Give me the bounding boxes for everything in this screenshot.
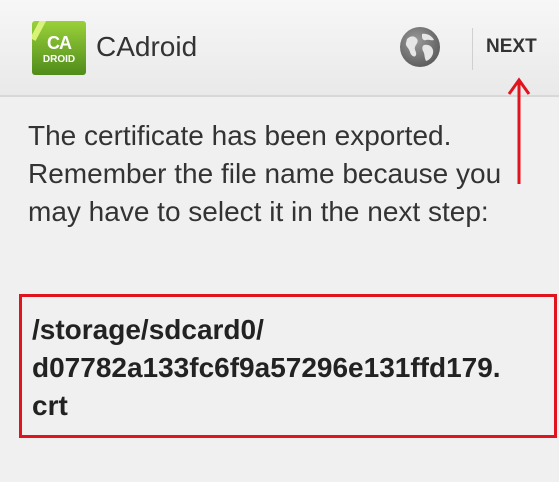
next-button[interactable]: NEXT <box>486 34 537 60</box>
globe-icon[interactable] <box>398 25 442 69</box>
action-bar: CA DROID CAdroid NEXT <box>0 0 559 97</box>
file-path-highlight: /storage/sdcard0/d07782a133fc6f9a57296e1… <box>19 294 557 438</box>
file-path-line3: crt <box>32 390 68 421</box>
file-path-line2: d07782a133fc6f9a57296e131ffd179. <box>32 352 501 383</box>
file-path-line1: /storage/sdcard0/ <box>32 314 264 345</box>
app-title: CAdroid <box>96 31 198 62</box>
cadroid-app-icon[interactable]: CA DROID <box>32 21 86 75</box>
app-icon-text-ca: CA <box>47 33 72 53</box>
app-icon-text-droid: DROID <box>42 54 76 65</box>
file-path: /storage/sdcard0/d07782a133fc6f9a57296e1… <box>32 311 501 425</box>
export-message: The certificate has been exported. Remem… <box>28 120 502 227</box>
action-divider <box>472 28 473 70</box>
app-screen: CA DROID CAdroid NEXT The certificate ha… <box>0 0 559 482</box>
